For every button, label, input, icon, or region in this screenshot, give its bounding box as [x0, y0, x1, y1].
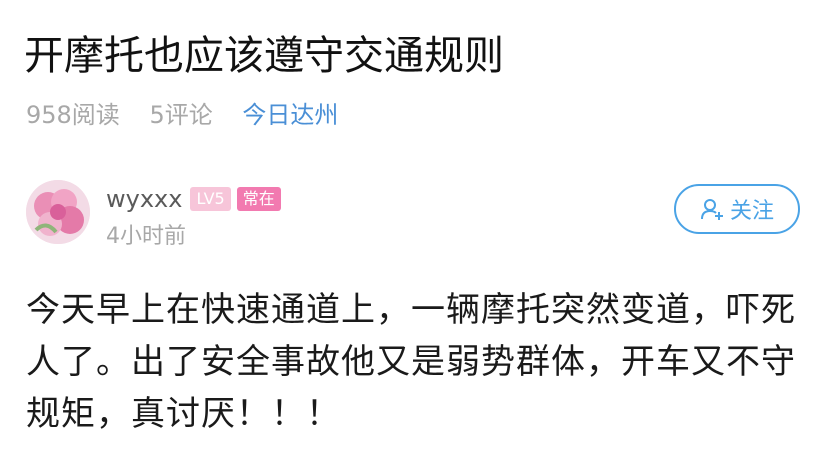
read-count: 958阅读	[26, 101, 120, 129]
status-badge: 常在	[236, 187, 281, 211]
avatar[interactable]	[26, 180, 90, 244]
source-link[interactable]: 今日达州	[242, 101, 338, 129]
author-bar: wyxxx LV5 常在 4小时前 关注	[26, 180, 806, 250]
follow-button[interactable]: 关注	[674, 184, 800, 234]
post-time: 4小时前	[106, 224, 186, 249]
author-name-row: wyxxx LV5 常在	[106, 184, 287, 214]
username[interactable]: wyxxx	[106, 185, 182, 213]
comment-count[interactable]: 5评论	[149, 101, 212, 129]
avatar-image	[26, 180, 90, 244]
article-title: 开摩托也应该遵守交通规则	[24, 33, 504, 79]
add-user-icon	[700, 199, 723, 220]
level-badge: LV5	[190, 187, 231, 211]
post-body: 今天早上在快速通道上，一辆摩托突然变道，吓死人了。出了安全事故他又是弱势群体，开…	[26, 290, 796, 434]
article-meta: 958阅读 5评论 今日达州	[26, 99, 360, 131]
follow-label: 关注	[729, 199, 774, 224]
